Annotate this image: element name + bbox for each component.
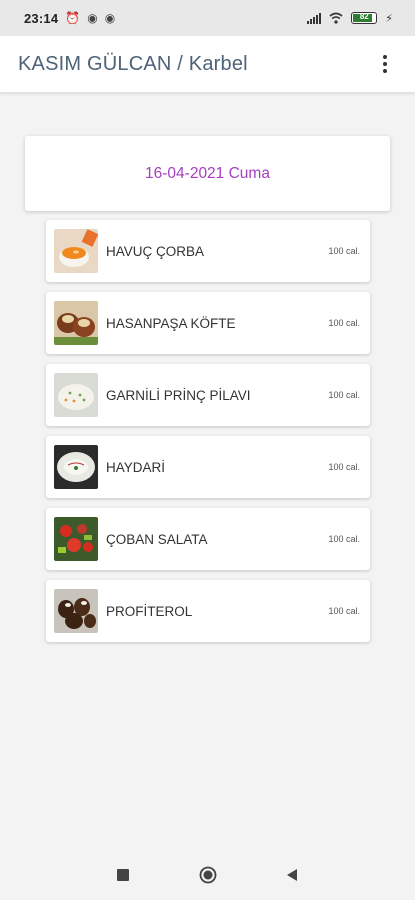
app-notification-icon: ◉ (87, 11, 98, 25)
menu-item-hasanpasa-kofte[interactable]: HASANPAŞA KÖFTE 100 cal. (46, 292, 370, 354)
status-bar: 23:14 ⏰ ◉ ◉ 82 ⚡ (0, 0, 415, 36)
alarm-icon: ⏰ (65, 11, 81, 25)
app-bar: KASIM GÜLCAN / Karbel (0, 36, 415, 92)
app-notification-icon-2: ◉ (104, 11, 116, 25)
home-icon[interactable] (199, 866, 217, 884)
recent-apps-icon[interactable] (117, 869, 129, 881)
soup-image (54, 229, 98, 273)
item-name: ÇOBAN SALATA (106, 531, 208, 547)
profiterole-image (54, 589, 98, 633)
item-calories: 100 cal. (328, 246, 360, 256)
salad-image (54, 517, 98, 561)
menu-item-havuc-corba[interactable]: HAVUÇ ÇORBA 100 cal. (46, 220, 370, 282)
date-card: 16-04-2021 Cuma (25, 136, 390, 211)
item-calories: 100 cal. (328, 534, 360, 544)
meatball-image (54, 301, 98, 345)
battery-level: 82 (359, 12, 369, 21)
signal-icon (307, 12, 322, 24)
haydari-image (54, 445, 98, 489)
battery-icon: 82 (351, 12, 378, 24)
status-time: 23:14 (24, 10, 59, 26)
menu-item-haydari[interactable]: HAYDARİ 100 cal. (46, 436, 370, 498)
item-name: PROFİTEROL (106, 603, 193, 619)
back-icon[interactable] (285, 868, 299, 882)
menu-list: HAVUÇ ÇORBA 100 cal. HASANPAŞA KÖFTE 100… (46, 220, 370, 652)
item-calories: 100 cal. (328, 390, 360, 400)
item-calories: 100 cal. (328, 606, 360, 616)
item-name: HASANPAŞA KÖFTE (106, 315, 236, 331)
item-name: GARNİLİ PRİNÇ PİLAVI (106, 387, 251, 403)
navigation-bar (0, 850, 415, 900)
page-title: KASIM GÜLCAN / Karbel (18, 52, 248, 75)
date-label: 16-04-2021 Cuma (145, 164, 270, 182)
item-name: HAYDARİ (106, 459, 166, 475)
menu-item-garnili-princ-pilavi[interactable]: GARNİLİ PRİNÇ PİLAVI 100 cal. (46, 364, 370, 426)
charging-icon: ⚡ (385, 12, 393, 25)
wifi-icon (329, 12, 343, 24)
more-vert-icon[interactable] (373, 50, 397, 78)
item-name: HAVUÇ ÇORBA (106, 243, 205, 259)
rice-image (54, 373, 98, 417)
item-calories: 100 cal. (328, 462, 360, 472)
menu-item-coban-salata[interactable]: ÇOBAN SALATA 100 cal. (46, 508, 370, 570)
menu-item-profiterol[interactable]: PROFİTEROL 100 cal. (46, 580, 370, 642)
item-calories: 100 cal. (328, 318, 360, 328)
